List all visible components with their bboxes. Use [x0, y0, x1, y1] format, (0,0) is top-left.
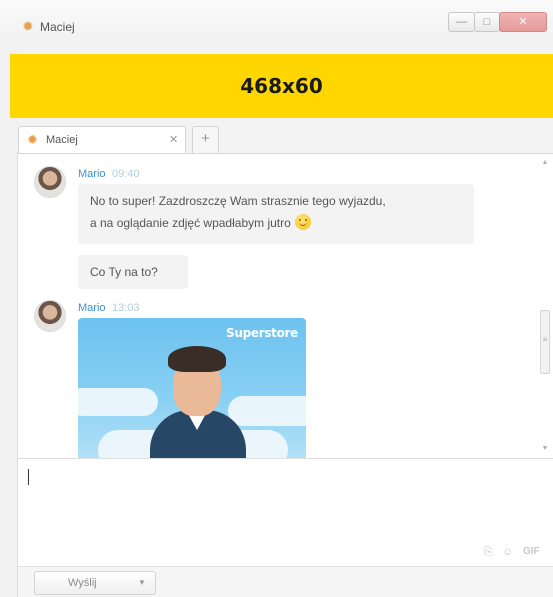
- chat-window: ✹ Maciej — □ ✕ 468x60 ✹ Maciej ✕ + Mario…: [0, 0, 553, 597]
- image-attachment[interactable]: Superstore: [78, 318, 306, 458]
- cloud-shape: [228, 396, 306, 426]
- message-scrollbar[interactable]: ▲ ≡ ▼: [539, 158, 551, 454]
- message-text-line2: a na oglądanie zdjęć wpadłabym jutro: [90, 212, 462, 234]
- grip-icon: ≡: [542, 335, 548, 344]
- avatar[interactable]: [34, 166, 66, 198]
- window-title: Maciej: [40, 20, 75, 34]
- cloud-shape: [78, 388, 158, 416]
- chevron-down-icon[interactable]: ▼: [138, 577, 146, 589]
- sun-icon: ✹: [27, 132, 38, 147]
- window-left-frame: [0, 44, 18, 597]
- minimize-button[interactable]: —: [448, 12, 475, 32]
- scroll-down-icon[interactable]: ▼: [539, 444, 551, 454]
- message-author[interactable]: Mario: [78, 168, 106, 180]
- gif-button[interactable]: GIF: [523, 545, 540, 559]
- tab-maciej[interactable]: ✹ Maciej ✕: [18, 126, 186, 153]
- message-text: No to super! Zazdroszczę Wam strasznie t…: [90, 194, 386, 208]
- minimize-icon: —: [456, 16, 467, 28]
- attach-icon[interactable]: ⎘: [484, 545, 493, 559]
- close-button[interactable]: ✕: [499, 12, 547, 32]
- message-author[interactable]: Mario: [78, 302, 106, 314]
- message-time: 13:03: [112, 302, 140, 314]
- emoji-picker-icon[interactable]: ☺: [502, 545, 513, 559]
- close-icon: ✕: [518, 16, 528, 28]
- text-caret: [28, 469, 29, 485]
- maximize-icon: □: [483, 16, 491, 28]
- image-brand-logo: Superstore: [225, 326, 298, 340]
- tab-close-icon[interactable]: ✕: [169, 133, 178, 146]
- smile-emoji-icon: [294, 214, 311, 230]
- message-input[interactable]: ⎘ ☺ GIF: [18, 458, 553, 567]
- message-bubble[interactable]: Co Ty na to?: [78, 255, 188, 289]
- maximize-button[interactable]: □: [474, 12, 500, 32]
- send-button[interactable]: Wyślij ▼: [34, 571, 156, 595]
- tab-label: Maciej: [46, 134, 78, 146]
- app-sun-icon: ✹: [22, 18, 34, 34]
- message-list[interactable]: Mario 09:40 No to super! Zazdroszczę Wam…: [18, 153, 553, 458]
- scroll-up-icon[interactable]: ▲: [539, 158, 551, 168]
- ad-banner-label: 468x60: [240, 74, 323, 98]
- avatar[interactable]: [34, 300, 66, 332]
- ad-banner[interactable]: 468x60: [10, 54, 553, 118]
- message-bubble[interactable]: No to super! Zazdroszczę Wam strasznie t…: [78, 184, 474, 244]
- message-text: Co Ty na to?: [90, 265, 158, 279]
- tab-bar: ✹ Maciej ✕ +: [18, 126, 553, 153]
- add-tab-button[interactable]: +: [192, 126, 219, 153]
- photo-person-hair: [168, 346, 226, 372]
- bottom-bar: Wyślij ▼: [18, 566, 553, 597]
- scroll-thumb[interactable]: ≡: [540, 310, 550, 374]
- send-button-label: Wyślij: [68, 577, 97, 589]
- title-bar[interactable]: ✹ Maciej — □ ✕: [0, 0, 553, 44]
- message-time: 09:40: [112, 168, 140, 180]
